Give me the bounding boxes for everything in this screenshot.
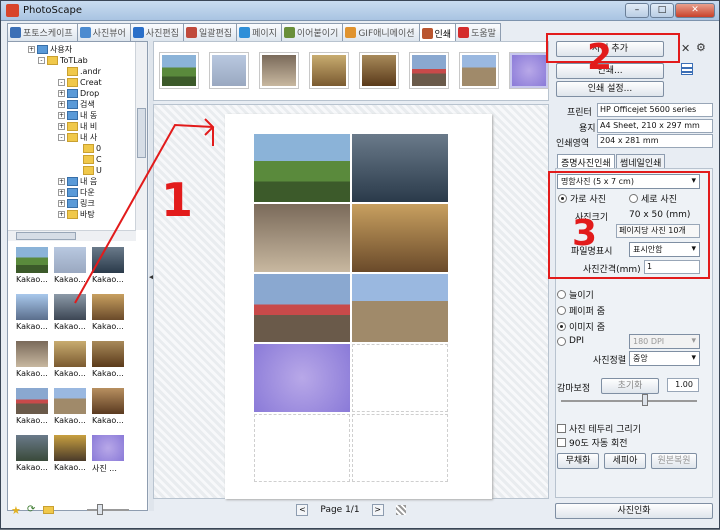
app-window: PhotoScape – □ ✕ 포토스케이프 사진뷰어 사진편집 일괄편집 페이지 이어… — [0, 0, 720, 529]
annotation-arrow — [74, 118, 215, 304]
